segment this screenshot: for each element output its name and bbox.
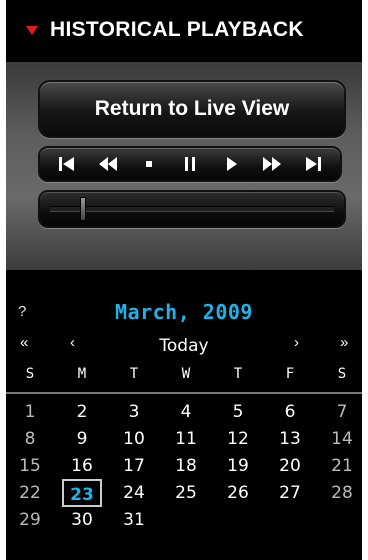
calendar-day[interactable]: 27 bbox=[270, 479, 310, 507]
calendar-day[interactable]: 6 bbox=[270, 398, 310, 426]
skip-to-start-button[interactable] bbox=[52, 150, 82, 178]
skip-to-end-icon bbox=[306, 157, 321, 171]
calendar-divider bbox=[6, 392, 362, 394]
calendar-day[interactable]: 7 bbox=[322, 398, 362, 426]
calendar-day[interactable]: 13 bbox=[270, 425, 310, 453]
calendar-day[interactable]: 28 bbox=[322, 479, 362, 507]
calendar-day[interactable]: 25 bbox=[166, 479, 206, 507]
calendar-day[interactable]: 16 bbox=[62, 452, 102, 480]
calendar-day[interactable]: 18 bbox=[166, 452, 206, 480]
calendar-day[interactable]: 29 bbox=[10, 506, 50, 534]
fast-forward-button[interactable] bbox=[257, 150, 287, 178]
play-icon bbox=[227, 157, 237, 171]
skip-to-start-icon bbox=[59, 157, 74, 171]
calendar: ? March, 2009 « ‹ Today › » S M T W T F … bbox=[6, 270, 362, 560]
calendar-day[interactable]: 22 bbox=[10, 479, 50, 507]
playback-controls-area: Return to Live View bbox=[6, 62, 362, 270]
calendar-day[interactable]: 15 bbox=[10, 452, 50, 480]
calendar-day[interactable]: 5 bbox=[218, 398, 258, 426]
play-button[interactable] bbox=[216, 150, 246, 178]
skip-to-end-button[interactable] bbox=[298, 150, 328, 178]
calendar-day[interactable]: 2 bbox=[62, 398, 102, 426]
collapse-triangle-icon[interactable] bbox=[26, 26, 38, 35]
calendar-day[interactable]: 11 bbox=[166, 425, 206, 453]
fast-forward-icon bbox=[263, 157, 281, 171]
calendar-day[interactable]: 21 bbox=[322, 452, 362, 480]
dow-tuesday: T bbox=[129, 366, 139, 382]
calendar-day[interactable]: 17 bbox=[114, 452, 154, 480]
calendar-day[interactable]: 10 bbox=[114, 425, 154, 453]
calendar-day[interactable]: 14 bbox=[322, 425, 362, 453]
next-year-button[interactable]: » bbox=[340, 334, 348, 351]
pause-icon bbox=[185, 157, 195, 171]
today-button[interactable]: Today bbox=[6, 336, 362, 356]
dow-monday: M bbox=[77, 366, 87, 382]
playback-position-slider[interactable] bbox=[38, 190, 346, 228]
calendar-day[interactable]: 12 bbox=[218, 425, 258, 453]
dow-thursday: T bbox=[233, 366, 243, 382]
calendar-day[interactable]: 20 bbox=[270, 452, 310, 480]
calendar-day[interactable]: 1 bbox=[10, 398, 50, 426]
dow-friday: F bbox=[285, 366, 295, 382]
calendar-day[interactable]: 31 bbox=[114, 506, 154, 534]
calendar-day[interactable]: 9 bbox=[62, 425, 102, 453]
slider-track[interactable] bbox=[50, 206, 334, 212]
dow-wednesday: W bbox=[181, 366, 191, 382]
calendar-day[interactable]: 30 bbox=[62, 506, 102, 534]
month-label: March, 2009 bbox=[115, 300, 253, 324]
calendar-day[interactable]: 26 bbox=[218, 479, 258, 507]
rewind-button[interactable] bbox=[93, 150, 123, 178]
calendar-day[interactable]: 19 bbox=[218, 452, 258, 480]
slider-thumb[interactable] bbox=[80, 197, 86, 221]
panel-header[interactable]: HISTORICAL PLAYBACK bbox=[6, 0, 362, 62]
stop-button[interactable] bbox=[134, 150, 164, 178]
calendar-day-selected[interactable]: 23 bbox=[62, 479, 102, 507]
transport-controls bbox=[38, 146, 342, 182]
calendar-day[interactable]: 3 bbox=[114, 398, 154, 426]
next-month-button[interactable]: › bbox=[294, 334, 299, 351]
pause-button[interactable] bbox=[175, 150, 205, 178]
dow-saturday: S bbox=[337, 366, 347, 382]
calendar-day[interactable]: 4 bbox=[166, 398, 206, 426]
historical-playback-panel: HISTORICAL PLAYBACK Return to Live View bbox=[6, 0, 362, 560]
dow-sunday: S bbox=[25, 366, 35, 382]
stop-icon bbox=[146, 161, 152, 167]
return-to-live-view-button[interactable]: Return to Live View bbox=[38, 80, 346, 138]
calendar-day[interactable]: 24 bbox=[114, 479, 154, 507]
rewind-icon bbox=[99, 157, 117, 171]
calendar-day[interactable]: 8 bbox=[10, 425, 50, 453]
panel-title: HISTORICAL PLAYBACK bbox=[50, 18, 304, 41]
